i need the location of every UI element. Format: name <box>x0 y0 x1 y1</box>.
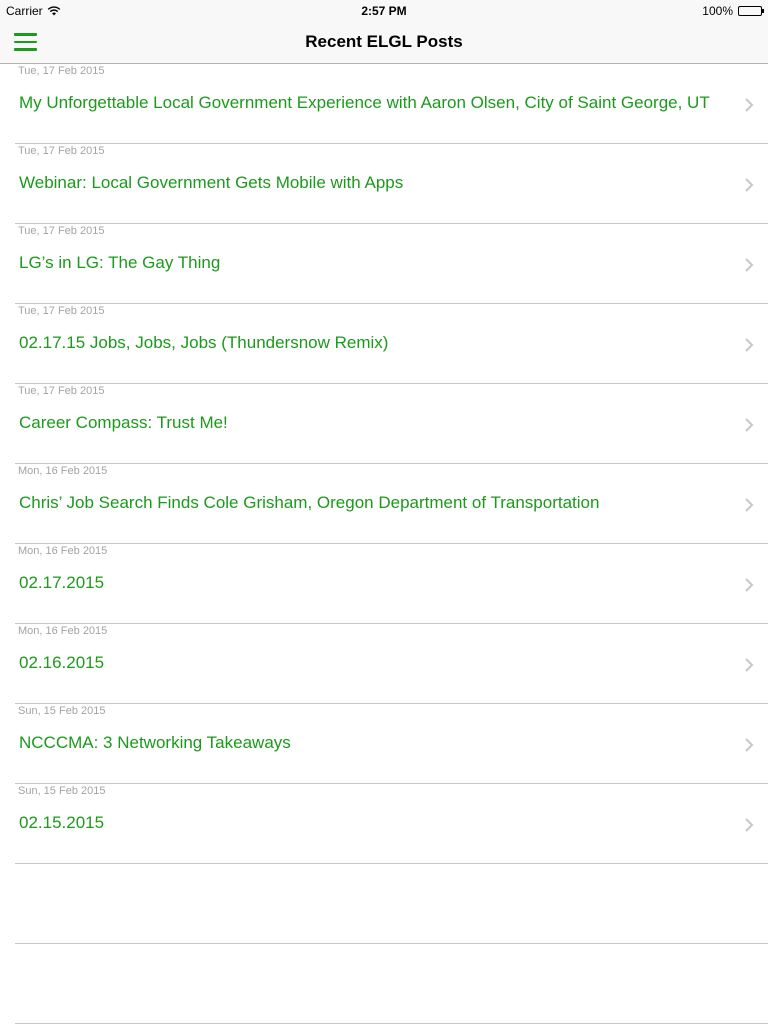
post-date: Tue, 17 Feb 2015 <box>18 225 105 237</box>
post-row[interactable]: Sun, 15 Feb 2015 02.15.2015 <box>15 784 768 864</box>
chevron-right-icon <box>745 738 754 752</box>
chevron-right-icon <box>745 578 754 592</box>
post-row[interactable]: Tue, 17 Feb 2015 02.17.15 Jobs, Jobs, Job… <box>15 304 768 384</box>
status-time: 2:57 PM <box>361 4 407 18</box>
post-date: Tue, 17 Feb 2015 <box>18 65 105 77</box>
post-row[interactable]: Mon, 16 Feb 2015 02.16.2015 <box>15 624 768 704</box>
page-title: Recent ELGL Posts <box>305 32 463 51</box>
post-title[interactable]: Chris’ Job Search Finds Cole Grisham, Or… <box>19 493 599 513</box>
chevron-right-icon <box>745 658 754 672</box>
post-title[interactable]: 02.17.2015 <box>19 573 104 593</box>
post-date: Mon, 16 Feb 2015 <box>18 465 108 477</box>
post-title[interactable]: Career Compass: Trust Me! <box>19 413 228 433</box>
post-date: Mon, 16 Feb 2015 <box>18 625 108 637</box>
post-row[interactable]: Tue, 17 Feb 2015 LG’s in LG: The Gay Thin… <box>15 224 768 304</box>
post-date: Sun, 15 Feb 2015 <box>18 785 106 797</box>
chevron-right-icon <box>745 98 754 112</box>
status-right: 100% <box>702 4 764 18</box>
post-date: Tue, 17 Feb 2015 <box>18 305 105 317</box>
post-date: Tue, 17 Feb 2015 <box>18 385 105 397</box>
post-date: Tue, 17 Feb 2015 <box>18 145 105 157</box>
post-title[interactable]: NCCCMA: 3 Networking Takeaways <box>19 733 291 753</box>
chevron-right-icon <box>745 178 754 192</box>
posts-list: Tue, 17 Feb 2015 My Unforgettable Local G… <box>0 64 768 1024</box>
chevron-right-icon <box>745 418 754 432</box>
status-bar: Carrier 2:57 PM 100% <box>0 0 768 20</box>
post-title[interactable]: 02.16.2015 <box>19 653 104 673</box>
post-title[interactable]: LG’s in LG: The Gay Thing <box>19 253 220 273</box>
post-row[interactable]: Tue, 17 Feb 2015 Webinar: Local Governmen… <box>15 144 768 224</box>
post-row[interactable]: Mon, 16 Feb 2015 Chris’ Job Search Finds … <box>15 464 768 544</box>
post-date: Sun, 15 Feb 2015 <box>18 705 106 717</box>
post-title[interactable]: My Unforgettable Local Government Experi… <box>19 93 710 113</box>
post-row[interactable]: Tue, 17 Feb 2015 My Unforgettable Local G… <box>15 64 768 144</box>
navigation-bar: Recent ELGL Posts <box>0 20 768 64</box>
empty-row <box>15 944 768 1024</box>
post-date: Mon, 16 Feb 2015 <box>18 545 108 557</box>
battery-percent: 100% <box>702 4 733 18</box>
battery-icon <box>738 6 764 16</box>
post-title[interactable]: 02.17.15 Jobs, Jobs, Jobs (Thundersnow R… <box>19 333 388 353</box>
chevron-right-icon <box>745 818 754 832</box>
post-row[interactable]: Mon, 16 Feb 2015 02.17.2015 <box>15 544 768 624</box>
post-title[interactable]: 02.15.2015 <box>19 813 104 833</box>
post-row[interactable]: Tue, 17 Feb 2015 Career Compass: Trust Me… <box>15 384 768 464</box>
post-row[interactable]: Sun, 15 Feb 2015 NCCCMA: 3 Networking Tak… <box>15 704 768 784</box>
chevron-right-icon <box>745 338 754 352</box>
post-title[interactable]: Webinar: Local Government Gets Mobile wi… <box>19 173 403 193</box>
chevron-right-icon <box>745 498 754 512</box>
chevron-right-icon <box>745 258 754 272</box>
empty-row <box>15 864 768 944</box>
